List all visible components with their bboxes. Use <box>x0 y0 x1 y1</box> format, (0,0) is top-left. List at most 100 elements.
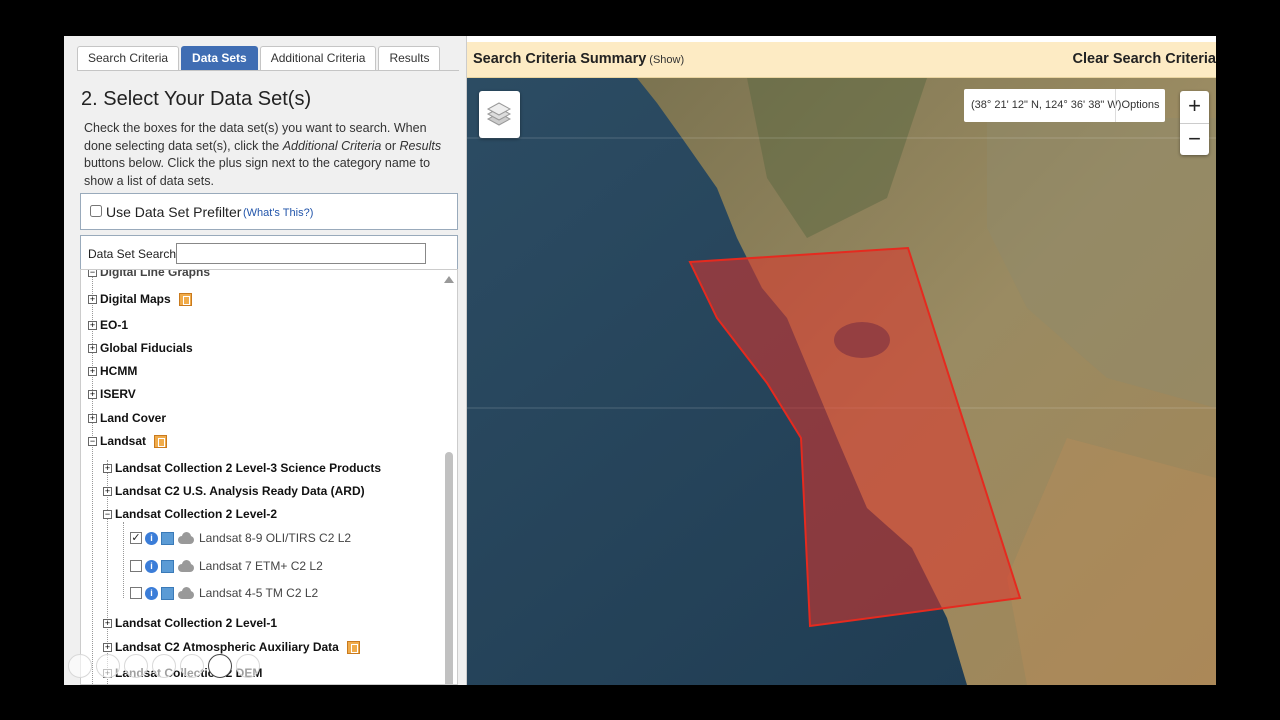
tree-item-label: HCMM <box>100 364 138 378</box>
dataset-checkbox[interactable]: ✓ <box>130 532 142 544</box>
tree-item-landsat-c2-l1[interactable]: + Landsat Collection 2 Level-1 <box>103 614 277 632</box>
info-icon[interactable]: i <box>145 531 158 545</box>
tree-item-landsat[interactable]: − Landsat <box>88 432 168 450</box>
summary-title-text: Search Criteria Summary <box>473 51 647 67</box>
map-options-button[interactable]: Options <box>1115 89 1165 122</box>
dataset-checkbox[interactable] <box>130 560 142 572</box>
browse-overlay-icon[interactable] <box>161 586 174 600</box>
instructions-text: Check the boxes for the data set(s) you … <box>84 120 454 190</box>
more-icon[interactable] <box>236 654 260 678</box>
tree-item-global-fiducials[interactable]: + Global Fiducials <box>88 339 193 357</box>
expand-icon[interactable]: − <box>88 270 97 277</box>
satellite-map[interactable] <box>467 78 1216 685</box>
tree-item-digital-maps[interactable]: + Digital Maps <box>88 290 192 308</box>
cloud-icon[interactable] <box>177 587 195 599</box>
tree-item-label: Landsat Collection 2 Level-3 Science Pro… <box>115 461 382 475</box>
tab-data-sets[interactable]: Data Sets <box>181 46 258 70</box>
scroll-thumb[interactable] <box>445 452 453 684</box>
tree-item-eo1[interactable]: + EO-1 <box>88 316 128 334</box>
bookmark-icon[interactable] <box>346 640 360 654</box>
expand-icon[interactable]: + <box>103 618 112 628</box>
collapse-icon[interactable]: − <box>103 509 112 519</box>
coordinates-text: (38° 21' 12" N, 124° 36' 38" W) <box>971 99 1122 111</box>
tab-bar: Search Criteria Data Sets Additional Cri… <box>77 46 442 70</box>
tree-item-landsat-c2-l2[interactable]: − Landsat Collection 2 Level-2 <box>103 505 277 523</box>
expand-icon[interactable]: + <box>88 366 97 376</box>
dataset-item-landsat-8-9[interactable]: ✓ i Landsat 8-9 OLI/TIRS C2 L2 <box>130 529 351 547</box>
expand-icon[interactable]: + <box>88 389 97 399</box>
tree-item-landsat-c2-l3[interactable]: + Landsat Collection 2 Level-3 Science Pr… <box>103 459 381 477</box>
tree-item-label: Landsat C2 U.S. Analysis Ready Data (ARD… <box>115 484 365 498</box>
prefilter-box: Use Data Set Prefilter (What's This?) <box>80 193 458 230</box>
search-criteria-summary-bar: Search Criteria Summary (Show) Clear Sear… <box>467 42 1216 78</box>
dataset-item-landsat-4-5[interactable]: i Landsat 4-5 TM C2 L2 <box>130 584 318 602</box>
prefilter-checkbox[interactable] <box>90 205 102 217</box>
tree-item-label: Digital Line Graphs <box>100 269 211 279</box>
bookmark-icon[interactable] <box>154 434 168 448</box>
left-panel: Search Criteria Data Sets Additional Cri… <box>64 36 467 685</box>
collapse-icon[interactable]: − <box>88 436 97 446</box>
layers-button[interactable] <box>479 91 520 138</box>
tree-item-landsat-c2-ard[interactable]: + Landsat C2 U.S. Analysis Ready Data (AR… <box>103 482 365 500</box>
expand-icon[interactable]: + <box>103 642 112 652</box>
back-icon[interactable] <box>68 654 92 678</box>
tree-item-label: Landsat C2 Atmospheric Auxiliary Data <box>115 640 339 654</box>
tree-scrollbar[interactable] <box>443 274 455 684</box>
instructions-emphasis: Additional Criteria <box>282 138 382 153</box>
tree-item-label: Landsat Collection 2 Level-2 <box>115 507 278 521</box>
instructions-emphasis: Results <box>399 138 442 153</box>
page-title: 2. Select Your Data Set(s) <box>81 88 312 110</box>
tree-item-label: EO-1 <box>100 318 129 332</box>
expand-icon[interactable]: + <box>103 486 112 496</box>
tree-item-iserv[interactable]: + ISERV <box>88 385 136 403</box>
dataset-label: Landsat 4-5 TM C2 L2 <box>199 586 319 600</box>
expand-icon[interactable]: + <box>88 320 97 330</box>
tree-item-partial[interactable]: − Digital Line Graphs <box>88 269 211 281</box>
dataset-checkbox[interactable] <box>130 587 142 599</box>
expand-icon[interactable]: + <box>88 294 97 304</box>
tree-item-label: Global Fiducials <box>100 341 193 355</box>
browse-overlay-icon[interactable] <box>161 531 174 545</box>
clear-search-criteria-button[interactable]: Clear Search Criteria <box>1073 51 1216 67</box>
tree-guide-line <box>123 522 124 598</box>
tab-results[interactable]: Results <box>378 46 441 70</box>
dataset-search-label: Data Set Search: <box>88 247 180 261</box>
video-overlay-controls <box>68 654 260 678</box>
layers-icon <box>486 102 512 126</box>
zoom-icon[interactable] <box>152 654 176 678</box>
zoom-out-button[interactable]: − <box>1180 123 1209 155</box>
dataset-search-input[interactable] <box>176 243 426 264</box>
cloud-icon[interactable] <box>177 560 195 572</box>
info-icon[interactable]: i <box>145 559 158 573</box>
camera-icon[interactable] <box>208 654 232 678</box>
bookmark-icon[interactable] <box>178 292 192 306</box>
expand-icon[interactable]: + <box>88 343 97 353</box>
instructions-part: buttons below. Click the plus sign next … <box>84 156 431 188</box>
info-icon[interactable]: i <box>145 586 158 600</box>
browse-overlay-icon[interactable] <box>161 559 174 573</box>
pointer-icon[interactable] <box>96 654 120 678</box>
expand-icon[interactable]: + <box>88 413 97 423</box>
tab-search-criteria[interactable]: Search Criteria <box>77 46 180 70</box>
tree-item-land-cover[interactable]: + Land Cover <box>88 409 166 427</box>
coordinate-readout: (38° 21' 12" N, 124° 36' 38" W) Options <box>964 89 1165 122</box>
cloud-icon[interactable] <box>177 532 195 544</box>
captions-icon[interactable] <box>180 654 204 678</box>
map-view[interactable]: (38° 21' 12" N, 124° 36' 38" W) Options … <box>467 78 1216 685</box>
tree-item-label: ISERV <box>100 387 136 401</box>
instructions-part: or <box>381 138 400 153</box>
dataset-label: Landsat 8-9 OLI/TIRS C2 L2 <box>199 531 352 545</box>
dataset-tree: − Digital Line Graphs + Digital Maps + EO-1… <box>80 269 458 685</box>
zoom-in-button[interactable]: + <box>1180 91 1209 123</box>
dataset-search-box: Data Set Search: <box>80 235 458 271</box>
summary-show-link[interactable]: (Show) <box>649 54 684 66</box>
whats-this-link[interactable]: (What's This?) <box>243 207 313 219</box>
dataset-item-landsat-7[interactable]: i Landsat 7 ETM+ C2 L2 <box>130 557 323 575</box>
zoom-control: + − <box>1180 91 1209 155</box>
tree-item-hcmm[interactable]: + HCMM <box>88 362 137 380</box>
map-panel: Search Criteria Summary (Show) Clear Sear… <box>467 36 1216 685</box>
expand-icon[interactable]: + <box>103 463 112 473</box>
pen-icon[interactable] <box>124 654 148 678</box>
scroll-up-arrow-icon[interactable] <box>444 276 454 283</box>
tab-additional-criteria[interactable]: Additional Criteria <box>259 46 377 70</box>
